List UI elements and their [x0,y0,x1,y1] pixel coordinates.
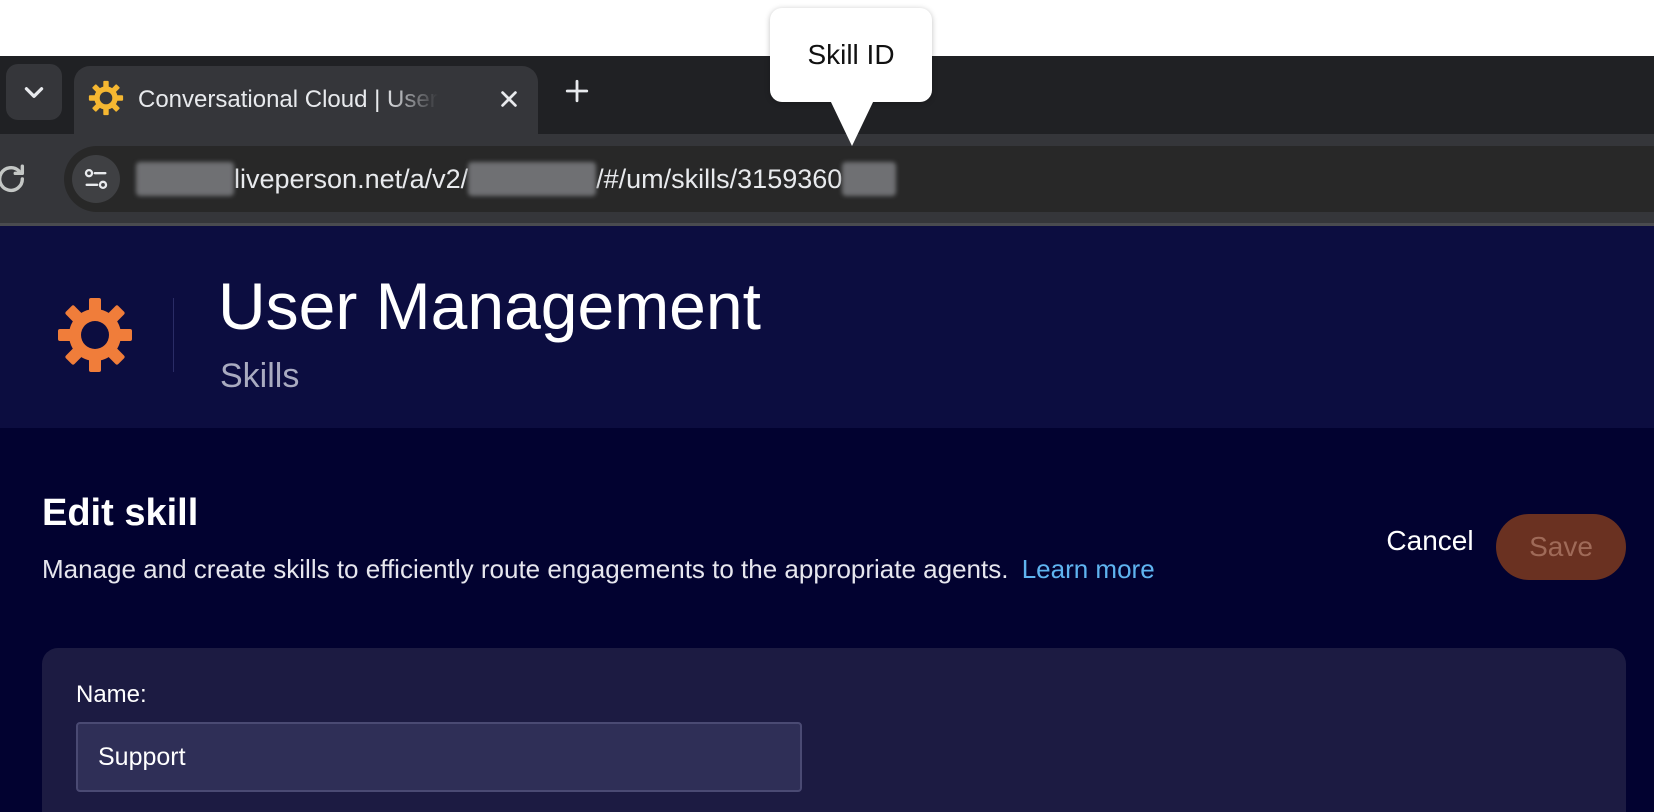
description-text: Manage and create skills to efficiently … [42,554,1009,584]
redacted-account-id [468,162,597,196]
app-subtitle: Skills [220,357,300,395]
page-title: Edit skill [42,492,199,534]
name-input[interactable] [76,722,802,792]
save-button[interactable]: Save [1496,514,1626,580]
app-header: User Management Skills [0,226,1654,428]
tab-close-button[interactable] [492,82,526,116]
address-bar[interactable]: liveperson.net/a/v2/ /#/um/skills/315936… [64,146,1654,212]
main-content: Edit skill Manage and create skills to e… [0,428,1654,812]
skill-id-callout: Skill ID [770,8,932,102]
skill-form-card: Name: [42,648,1626,812]
browser-toolbar: liveperson.net/a/v2/ /#/um/skills/315936… [0,134,1654,226]
new-tab-button[interactable] [560,74,594,108]
url-skill-path: /#/um/skills/3159360 [596,163,843,194]
app-title: User Management [218,269,761,343]
plus-icon [565,79,589,103]
url-host-path: liveperson.net/a/v2/ [234,163,469,194]
tab-search-button[interactable] [6,64,62,120]
site-info-button[interactable] [72,155,120,203]
tab-title: Conversational Cloud | User Management [138,86,438,113]
page-description: Manage and create skills to efficiently … [42,552,1155,586]
browser-tab-active[interactable]: Conversational Cloud | User Management [74,66,538,134]
tune-icon [84,168,108,190]
url-text[interactable]: liveperson.net/a/v2/ /#/um/skills/315936… [136,162,897,196]
chevron-down-icon [24,87,44,98]
close-icon [501,91,517,107]
name-label: Name: [76,681,147,708]
redacted-skill-id-suffix [842,162,897,196]
liveperson-logo-icon [58,298,132,372]
redacted-subdomain [136,162,234,196]
cancel-button[interactable]: Cancel [1372,512,1488,570]
callout-arrow [830,100,874,146]
header-divider [173,298,174,372]
reload-icon[interactable] [0,162,28,196]
liveperson-favicon-icon [88,80,124,116]
learn-more-link[interactable]: Learn more [1022,554,1155,584]
